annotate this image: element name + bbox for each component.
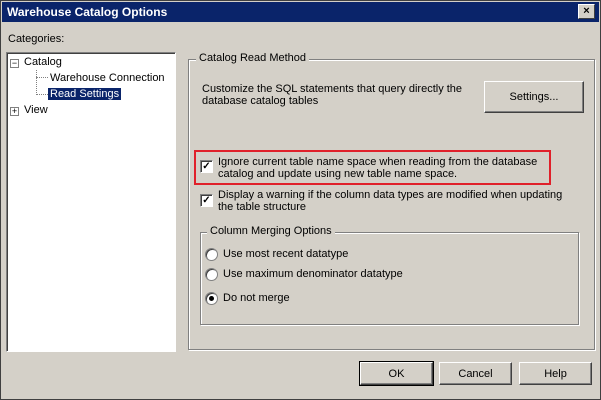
categories-label-text: Categories: <box>8 33 65 45</box>
check-icon: ✓ <box>202 161 211 172</box>
radio-label-most-recent[interactable]: Use most recent datatype <box>223 248 348 260</box>
tree-connector <box>36 94 48 95</box>
display-warning-checkbox[interactable]: ✓ <box>200 194 213 207</box>
close-button[interactable]: × <box>578 4 595 19</box>
tree-item-read-settings[interactable]: Read Settings <box>48 88 122 100</box>
categories-label: Categories: <box>8 33 64 45</box>
ignore-namespace-label[interactable]: Ignore current table name space when rea… <box>218 156 537 180</box>
title-bar[interactable]: Warehouse Catalog Options × <box>2 2 599 22</box>
read-method-description: Customize the SQL statements that query … <box>202 83 462 107</box>
radio-label-do-not-merge[interactable]: Do not merge <box>223 292 290 304</box>
check-icon: ✓ <box>202 195 211 206</box>
description-line-1: Customize the SQL statements that query … <box>202 83 463 95</box>
radio-selected-dot <box>209 296 214 301</box>
display-warning-line-1: Display a warning if the column data typ… <box>218 189 563 201</box>
categories-tree[interactable]: − Catalog Warehouse Connection Read Sett… <box>6 52 176 352</box>
ignore-namespace-checkbox[interactable]: ✓ <box>200 160 213 173</box>
radio-do-not-merge[interactable] <box>205 292 218 305</box>
tree-item-warehouse-connection[interactable]: Warehouse Connection <box>50 72 165 84</box>
tree-connector <box>36 70 37 95</box>
display-warning-label[interactable]: Display a warning if the column data typ… <box>218 189 562 213</box>
radio-label-max-denominator[interactable]: Use maximum denominator datatype <box>223 268 403 280</box>
radio-max-denominator[interactable] <box>205 268 218 281</box>
description-line-2: database catalog tables <box>202 95 319 107</box>
close-icon: × <box>583 5 590 17</box>
window-title: Warehouse Catalog Options <box>7 5 168 19</box>
cancel-button[interactable]: Cancel <box>439 362 512 385</box>
ok-button[interactable]: OK <box>359 361 434 386</box>
settings-button[interactable]: Settings... <box>484 81 584 113</box>
tree-item-view[interactable]: View <box>24 104 48 116</box>
collapse-icon[interactable]: − <box>10 59 19 68</box>
ignore-namespace-line-1: Ignore current table name space when rea… <box>218 156 538 168</box>
tree-item-catalog[interactable]: Catalog <box>24 56 62 68</box>
display-warning-line-2: the table structure <box>218 201 307 213</box>
help-button[interactable]: Help <box>519 362 592 385</box>
ignore-namespace-line-2: catalog and update using new table name … <box>218 168 458 180</box>
column-merging-legend: Column Merging Options <box>207 225 335 237</box>
tree-connector <box>36 77 48 78</box>
catalog-read-method-legend: Catalog Read Method <box>196 52 310 64</box>
expand-icon[interactable]: + <box>10 107 19 116</box>
radio-most-recent[interactable] <box>205 248 218 261</box>
